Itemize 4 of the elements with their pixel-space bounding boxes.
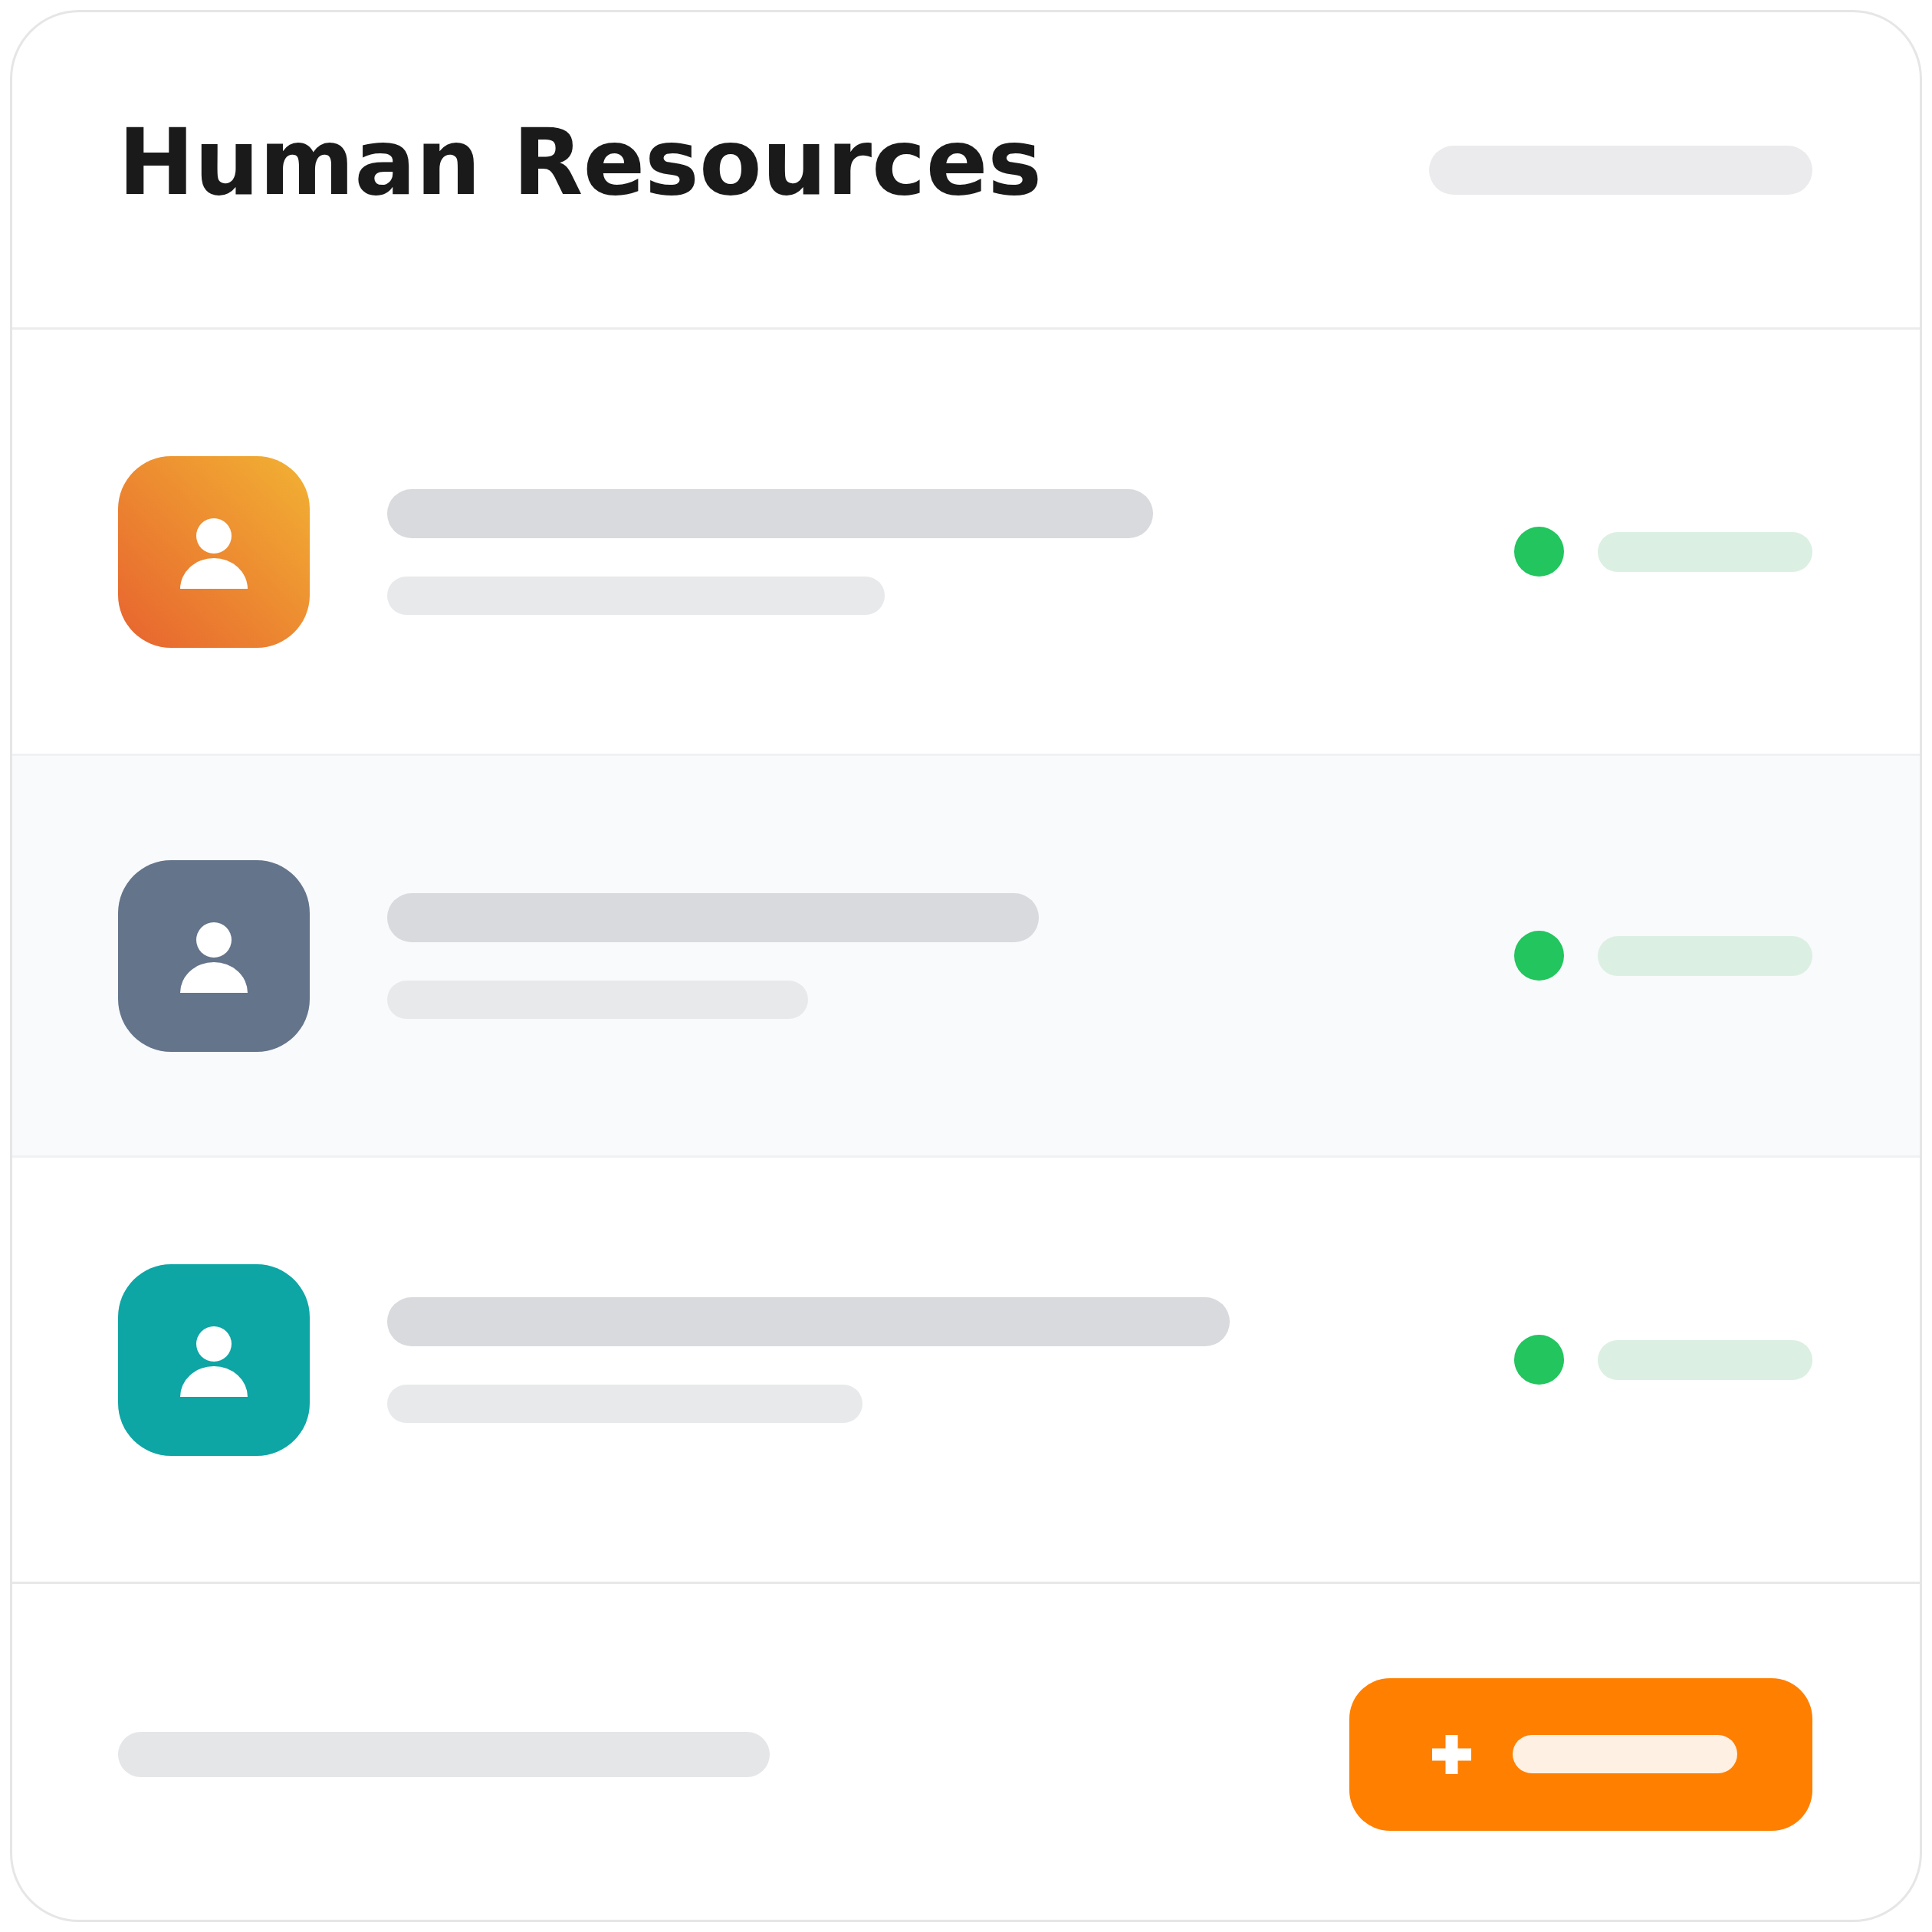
list-row[interactable] bbox=[12, 754, 1920, 1158]
plus-icon bbox=[1432, 1734, 1471, 1774]
add-button[interactable] bbox=[1349, 1677, 1812, 1831]
page-title: Human Resources bbox=[118, 117, 1043, 217]
